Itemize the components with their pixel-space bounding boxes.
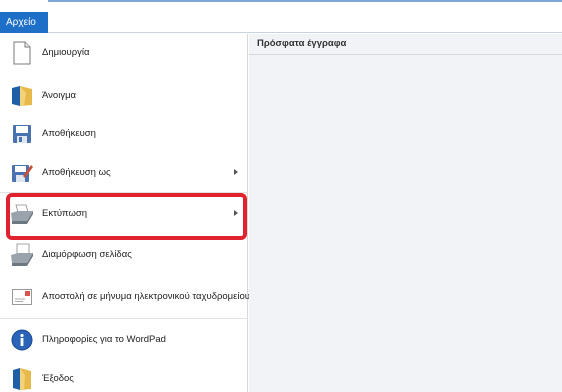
menu-item-label: Αποθήκευση <box>42 128 96 139</box>
menu-item-label: Πληροφορίες για το WordPad <box>42 334 166 345</box>
menu-item-exit[interactable]: Έξοδος <box>0 360 248 392</box>
menu-item-new[interactable]: Δημιουργία <box>0 34 248 72</box>
file-tab[interactable]: Αρχείο <box>0 12 48 33</box>
menu-item-label: Άνοιγμα <box>42 90 77 101</box>
ribbon-top-line <box>48 0 562 2</box>
menu-item-label: Αποθήκευση ως <box>42 167 111 178</box>
menu-separator <box>0 318 248 319</box>
menu-item-label: Έξοδος <box>42 373 74 384</box>
menu-item-save[interactable]: Αποθήκευση <box>0 115 248 153</box>
menu-item-label: Δημιουργία <box>42 47 90 58</box>
menu-item-save-as[interactable]: Αποθήκευση ως <box>0 154 248 192</box>
menu-item-label: Αποστολή σε μήνυμα ηλεκτρονικού ταχυδρομ… <box>42 291 250 302</box>
info-icon <box>10 327 34 353</box>
save-as-icon <box>10 160 34 186</box>
folder-open-icon <box>10 83 34 109</box>
menu-item-page-setup[interactable]: Διαμόρφωση σελίδας <box>0 236 248 274</box>
email-icon <box>10 284 34 310</box>
new-document-icon <box>10 40 34 66</box>
print-highlight-box <box>6 193 247 240</box>
ribbon-bar: Αρχείο <box>0 0 562 33</box>
recent-documents-panel: Πρόσφατα έγγραφα <box>249 34 562 392</box>
recent-documents-header: Πρόσφατα έγγραφα <box>257 38 347 49</box>
menu-item-open[interactable]: Άνοιγμα <box>0 77 248 115</box>
exit-icon <box>10 366 34 392</box>
page-setup-icon <box>10 242 34 268</box>
menu-item-about[interactable]: Πληροφορίες για το WordPad <box>0 321 248 359</box>
menu-item-label: Διαμόρφωση σελίδας <box>42 249 132 260</box>
submenu-arrow-icon <box>234 169 238 175</box>
save-disk-icon <box>10 121 34 147</box>
menu-item-send-email[interactable]: Αποστολή σε μήνυμα ηλεκτρονικού ταχυδρομ… <box>0 278 250 316</box>
recent-header-divider <box>249 54 562 55</box>
